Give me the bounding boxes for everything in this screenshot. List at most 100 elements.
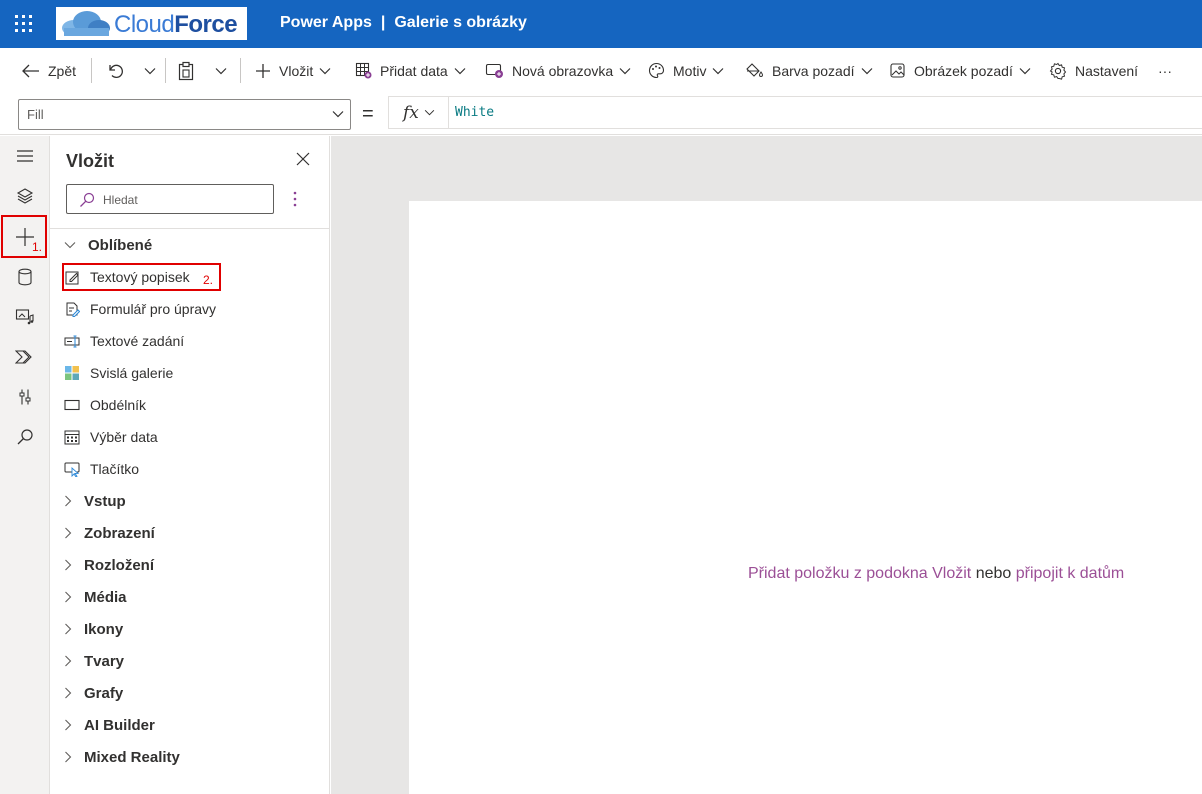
add-data-button[interactable]: Přidat data [355, 48, 466, 93]
new-screen-icon [485, 63, 503, 78]
calendar-icon [64, 429, 80, 445]
fx-icon: fx [403, 102, 419, 123]
media-button[interactable] [8, 300, 42, 334]
power-automate-button[interactable] [8, 340, 42, 374]
category-icons[interactable]: Ikony [64, 617, 123, 641]
insert-button[interactable]: Vložit [255, 48, 331, 93]
insert-item-edit-form[interactable]: Formulář pro úpravy [64, 297, 216, 321]
toolbar-divider [91, 58, 92, 83]
hamburger-menu-button[interactable] [8, 139, 42, 173]
equals-sign: = [362, 103, 374, 125]
chevron-right-icon [65, 719, 72, 731]
cloudforce-logo[interactable]: CloudForce [56, 7, 247, 40]
chevron-right-icon [65, 495, 72, 507]
logo-text-force: Force [174, 11, 238, 38]
chevron-down-icon [424, 109, 435, 116]
chevron-right-icon [65, 527, 72, 539]
category-favorites[interactable]: Oblíbené [64, 233, 152, 257]
more-commands-button[interactable]: ··· [1158, 48, 1172, 93]
insert-item-button[interactable]: Tlačítko [64, 457, 139, 481]
tree-view-button[interactable] [8, 179, 42, 213]
insert-item-label: Tlačítko [90, 461, 140, 477]
insert-item-date-picker[interactable]: Výběr data [64, 425, 158, 449]
data-button[interactable] [8, 260, 42, 294]
function-button[interactable]: fx [388, 96, 448, 129]
new-screen-button[interactable]: Nová obrazovka [485, 48, 631, 93]
category-charts[interactable]: Grafy [64, 681, 123, 705]
back-label: Zpět [48, 62, 77, 79]
annotation-number-1: 1. [32, 240, 43, 254]
button-icon [64, 461, 80, 477]
text-input-icon [64, 333, 80, 349]
category-label: Média [84, 588, 127, 606]
search-icon [80, 192, 95, 207]
advanced-tools-button[interactable] [8, 380, 42, 414]
add-data-label: Přidat data [380, 62, 448, 79]
rectangle-icon [64, 397, 80, 413]
paste-button[interactable] [177, 48, 195, 93]
category-shapes[interactable]: Tvary [64, 649, 124, 673]
undo-dropdown[interactable] [144, 48, 156, 93]
category-layout[interactable]: Rozložení [64, 553, 154, 577]
category-label: Mixed Reality [84, 748, 180, 766]
theme-button[interactable]: Motiv [648, 48, 724, 93]
settings-button[interactable]: Nastavení [1049, 48, 1138, 93]
paste-dropdown[interactable] [215, 48, 227, 93]
insert-item-label: Svislá galerie [90, 365, 174, 381]
category-label: Rozložení [84, 556, 154, 574]
background-image-label: Obrázek pozadí [914, 62, 1013, 79]
paint-bucket-icon [746, 63, 764, 77]
property-dropdown[interactable]: Fill [18, 99, 351, 130]
background-image-button[interactable]: Obrázek pozadí [889, 48, 1031, 93]
background-color-label: Barva pozadí [772, 62, 855, 79]
layers-icon [16, 188, 34, 204]
category-label: Zobrazení [84, 524, 155, 542]
formula-input[interactable]: White [448, 96, 1202, 129]
insert-pane-link[interactable]: Přidat položku z podokna Vložit [748, 565, 971, 582]
app-header: CloudForce Power Apps | Galerie s obrázky [0, 0, 1202, 48]
tools-icon [19, 389, 31, 405]
formula-bar: Fill = fx White [0, 93, 1202, 135]
hint-connector: nebo [975, 565, 1012, 582]
chevron-down-icon [713, 67, 724, 74]
gallery-icon [64, 365, 80, 381]
app-screen-canvas[interactable]: Přidat položku z podokna Vložit nebo při… [409, 201, 1202, 794]
category-display[interactable]: Zobrazení [64, 521, 155, 545]
background-color-button[interactable]: Barva pozadí [745, 48, 873, 93]
category-label: Oblíbené [88, 236, 153, 254]
canvas-area: Přidat položku z podokna Vložit nebo při… [331, 136, 1202, 794]
more-vertical-icon [293, 191, 297, 207]
connect-data-link[interactable]: připojit k datům [1016, 565, 1125, 582]
insert-item-vertical-gallery[interactable]: Svislá galerie [64, 361, 173, 385]
category-label: AI Builder [84, 716, 155, 734]
settings-label: Nastavení [1075, 62, 1139, 79]
new-screen-label: Nová obrazovka [512, 62, 614, 79]
back-button[interactable]: Zpět [22, 48, 76, 93]
panel-more-options[interactable] [293, 191, 297, 212]
toolbar-divider [240, 58, 241, 83]
category-media[interactable]: Média [64, 585, 127, 609]
chevron-down-icon [861, 67, 872, 74]
arrow-left-icon [22, 64, 39, 77]
panel-title: Vložit [66, 151, 114, 171]
category-input[interactable]: Vstup [64, 489, 126, 513]
search-icon [17, 429, 33, 445]
close-panel-button[interactable] [296, 152, 310, 171]
category-ai-builder[interactable]: AI Builder [64, 713, 155, 737]
app-launcher-icon[interactable] [14, 14, 34, 34]
category-mixed-reality[interactable]: Mixed Reality [64, 745, 180, 769]
edit-form-icon [64, 301, 80, 317]
logo-text-cloud: Cloud [114, 11, 175, 38]
panel-divider [50, 228, 330, 229]
search-button[interactable] [8, 420, 42, 454]
undo-button[interactable] [106, 48, 124, 93]
database-icon [18, 268, 32, 286]
palette-icon [648, 62, 665, 79]
insert-item-text-input[interactable]: Textové zadání [64, 329, 184, 353]
insert-item-rectangle[interactable]: Obdélník [64, 393, 146, 417]
chevron-right-icon [65, 623, 72, 635]
search-input[interactable]: Hledat [66, 184, 274, 214]
chevron-down-icon [64, 242, 76, 249]
annotation-number-2: 2. [203, 273, 214, 287]
category-label: Vstup [84, 492, 126, 510]
